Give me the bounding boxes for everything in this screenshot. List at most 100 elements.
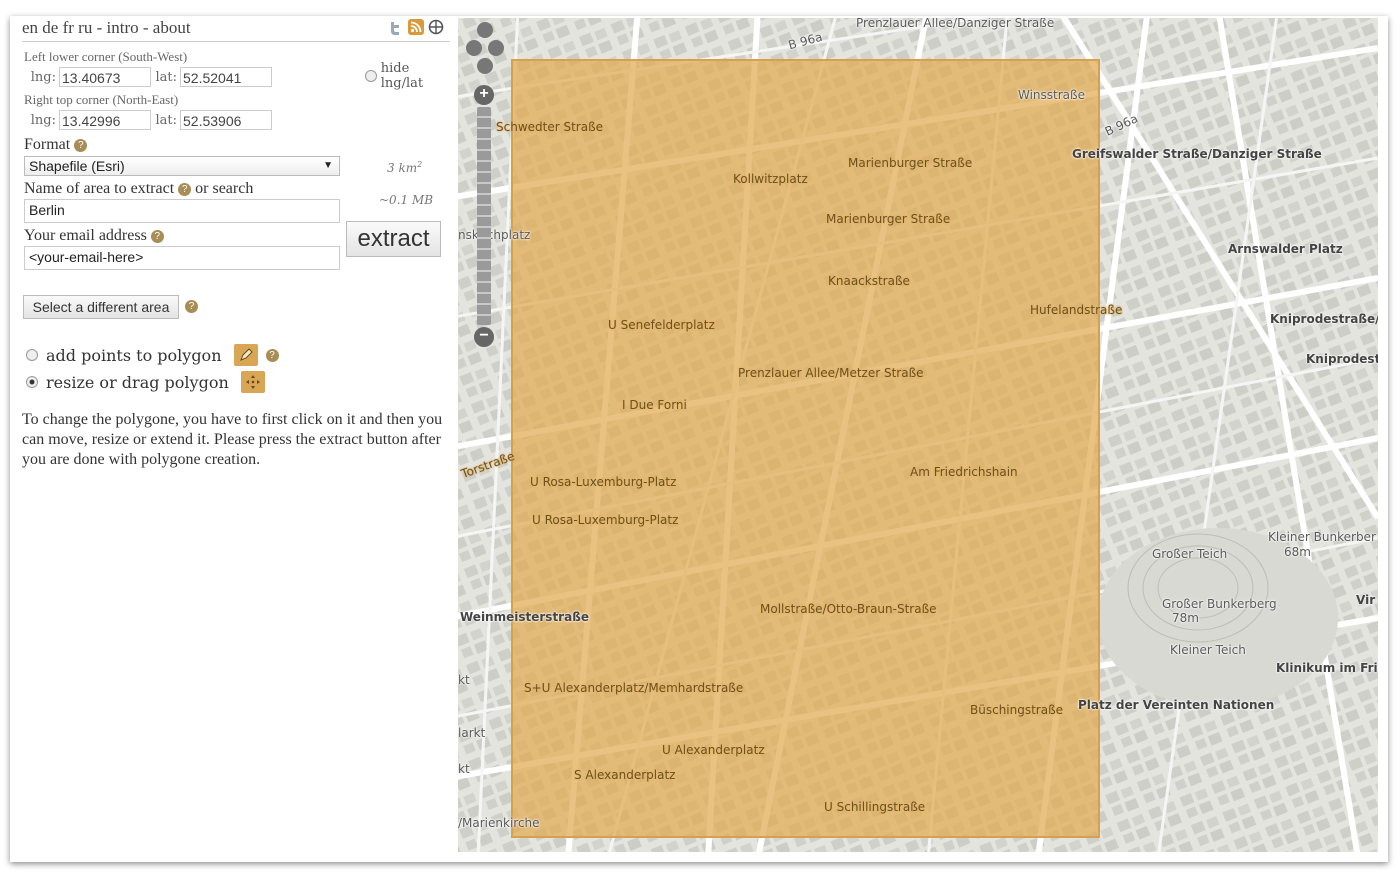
map-label: kt <box>458 762 470 776</box>
map-label: U Rosa-Luxemburg-Platz <box>532 513 679 527</box>
zoom-out-button[interactable]: − <box>474 327 494 347</box>
map-label: Kleiner Bunkerber <box>1268 530 1376 544</box>
select-area-button[interactable]: Select a different area <box>23 295 179 319</box>
map-view[interactable]: Prenzlauer Allee/Danziger Straße Winsstr… <box>458 18 1378 852</box>
map-label: Hufelandstraße <box>1030 303 1123 317</box>
format-select[interactable]: Shapefile (Esri) ▼ <box>24 156 340 176</box>
help-icon[interactable]: ? <box>185 300 198 313</box>
browser-frame: en de fr ru - intro - about Left lower c… <box>10 16 1388 862</box>
map-label: Schwedter Straße <box>496 120 604 134</box>
add-points-radio[interactable] <box>26 349 38 361</box>
sw-lat-input[interactable]: 52.52041 <box>180 67 272 87</box>
email-label-row: Your email address ? <box>24 227 164 245</box>
help-icon[interactable]: ? <box>265 348 279 362</box>
help-icon[interactable]: ? <box>150 229 164 243</box>
email-label: Your email address <box>24 227 147 244</box>
pan-control[interactable] <box>466 22 504 80</box>
map-label: Marienburger Straße <box>848 156 973 170</box>
rss-icon[interactable] <box>408 19 424 35</box>
map-label: Großer Bunkerberg <box>1162 597 1277 611</box>
help-description: To change the polygone, you have to firs… <box>22 411 443 468</box>
move-arrows-icon[interactable] <box>240 371 265 393</box>
area-estimate: 3 km2 <box>387 160 422 175</box>
map-label: Kleiner Teich <box>1170 643 1246 657</box>
name-label: Name of area to extract <box>24 180 175 197</box>
map-label: 68m <box>1284 545 1311 559</box>
map-label: Kollwitzplatz <box>733 172 808 186</box>
email-input[interactable]: <your-email-here> <box>24 246 340 270</box>
lat-label: lat: <box>155 69 177 85</box>
language-nav: en de fr ru - intro - about <box>22 18 191 38</box>
extract-button[interactable]: extract <box>346 221 441 257</box>
area-value: 3 km <box>387 161 418 175</box>
map-label: Greifswalder Straße/Danziger Straße <box>1072 147 1322 161</box>
map-label: U Alexanderplatz <box>662 743 765 757</box>
ne-coords-row: lng: 13.42996 lat: 52.53906 <box>24 110 272 130</box>
format-selected-value: Shapefile (Esri) <box>29 158 125 174</box>
sw-coords-row: lng: 13.40673 lat: 52.52041 <box>24 67 272 87</box>
twitter-icon[interactable] <box>388 19 404 35</box>
crosshair-icon[interactable] <box>428 19 444 35</box>
help-icon[interactable]: ? <box>178 182 192 196</box>
map-label: Knaackstraße <box>828 274 910 288</box>
map-label: Platz der Vereinten Nationen <box>1078 698 1275 712</box>
pan-right-button[interactable] <box>488 40 504 56</box>
map-label: Am Friedrichshain <box>910 465 1018 479</box>
sw-lng-input[interactable]: 13.40673 <box>59 67 151 87</box>
map-label: 78m <box>1172 611 1199 625</box>
nav-separator: - <box>138 18 153 37</box>
map-label: Vir <box>1356 593 1376 607</box>
zoom-slider[interactable] <box>477 107 491 325</box>
map-label: Prenzlauer Allee/Danziger Straße <box>856 18 1055 30</box>
name-label-row: Name of area to extract ? or search <box>24 180 253 198</box>
map-label: Marienburger Straße <box>826 212 951 226</box>
language-links[interactable]: en de fr ru <box>22 18 92 37</box>
help-icon[interactable]: ? <box>74 138 88 152</box>
add-points-label: add points to polygon <box>46 345 222 365</box>
ne-lat-input[interactable]: 52.53906 <box>180 110 272 130</box>
top-icons <box>388 19 444 35</box>
pan-down-button[interactable] <box>477 58 493 74</box>
pan-left-button[interactable] <box>466 40 482 56</box>
map-label: Winsstraße <box>1018 88 1085 102</box>
ne-lng-input[interactable]: 13.42996 <box>59 110 151 130</box>
map-label: Kniprodestr <box>1306 352 1378 366</box>
area-name-input[interactable]: Berlin <box>24 199 340 223</box>
hide-lnglat-toggle[interactable]: hide lng/lat <box>365 61 454 91</box>
add-points-option[interactable]: add points to polygon ? <box>26 344 279 366</box>
map-label: I Due Forni <box>622 398 687 412</box>
zoom-control[interactable]: + − <box>474 85 494 347</box>
map-label: Prenzlauer Allee/Metzer Straße <box>738 366 924 380</box>
intro-link[interactable]: intro <box>107 18 139 37</box>
resize-radio[interactable] <box>26 376 38 388</box>
map-label: nskirchplatz <box>458 228 531 242</box>
map-label: Kniprodestraße/D <box>1270 312 1378 326</box>
map-label: /Marienkirche <box>458 816 540 830</box>
map-label: larkt <box>458 726 486 740</box>
map-label: S Alexanderplatz <box>574 768 676 782</box>
map-label: Großer Teich <box>1152 547 1228 561</box>
resize-label: resize or drag polygon <box>46 372 229 392</box>
pencil-icon[interactable] <box>233 344 258 366</box>
ne-corner-label: Right top corner (North-East) <box>24 92 179 107</box>
resize-option[interactable]: resize or drag polygon <box>26 371 265 393</box>
map-label: U Senefelderplatz <box>608 318 715 332</box>
pan-up-button[interactable] <box>477 22 493 38</box>
format-label-row: Format ? <box>24 136 88 154</box>
divider <box>22 41 450 42</box>
about-link[interactable]: about <box>153 18 191 37</box>
lng-label: lng: <box>30 112 56 128</box>
sidebar-panel: en de fr ru - intro - about Left lower c… <box>10 16 454 862</box>
map-label: Klinikum im Frie <box>1276 661 1378 675</box>
nav-separator: - <box>92 18 107 37</box>
lng-label: lng: <box>30 69 56 85</box>
map-label: Arnswalder Platz <box>1228 242 1343 256</box>
hide-lnglat-radio[interactable] <box>365 70 377 82</box>
name-suffix: or search <box>195 180 254 197</box>
map-label: Mollstraße/Otto-Braun-Straße <box>760 602 937 616</box>
map-label: kt <box>458 673 470 687</box>
sw-corner-label: Left lower corner (South-West) <box>24 49 188 64</box>
zoom-in-button[interactable]: + <box>474 85 494 105</box>
hide-lnglat-label: hide lng/lat <box>380 61 424 91</box>
size-estimate: ~0.1 MB <box>379 193 434 207</box>
